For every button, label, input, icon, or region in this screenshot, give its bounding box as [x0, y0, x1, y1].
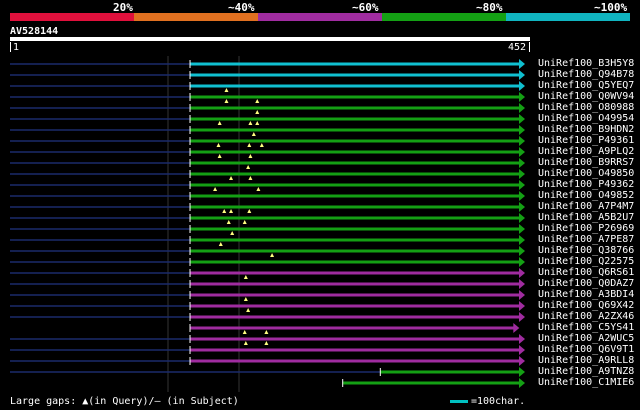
- hit-arrow: [519, 235, 525, 245]
- hit-label[interactable]: UniRef100_Q5YEQ7: [538, 80, 634, 91]
- hit-arrow: [519, 345, 525, 355]
- query-gap-marker: [247, 209, 252, 213]
- query-gap-marker: [264, 330, 269, 334]
- gaps-legend: Large gaps: ▲(in Query)/— (in Subject): [10, 396, 239, 407]
- query-gap-marker: [229, 209, 234, 213]
- hit-label[interactable]: UniRef100_B3H5Y8: [538, 58, 634, 69]
- query-gap-marker: [243, 275, 248, 279]
- query-gap-marker: [243, 297, 248, 301]
- hit-arrow: [519, 114, 525, 124]
- hit-arrow: [519, 334, 525, 344]
- hit-label[interactable]: UniRef100_C5YS41: [538, 322, 634, 333]
- query-gap-marker: [213, 187, 218, 191]
- hit-arrow: [519, 103, 525, 113]
- hit-arrow: [519, 356, 525, 366]
- hit-arrow: [519, 224, 525, 234]
- hit-arrow: [519, 125, 525, 135]
- hit-label[interactable]: UniRef100_O49850: [538, 168, 634, 179]
- hit-label[interactable]: UniRef100_B9RRS7: [538, 157, 634, 168]
- hit-label[interactable]: UniRef100_Q38766: [538, 245, 634, 256]
- query-gap-marker: [246, 165, 251, 169]
- hit-arrow: [519, 169, 525, 179]
- query-gap-marker: [270, 253, 275, 257]
- query-gap-marker: [251, 132, 256, 136]
- query-gap-marker: [226, 220, 231, 224]
- query-gap-marker: [217, 121, 222, 125]
- hit-arrow: [519, 367, 525, 377]
- hit-arrow: [519, 268, 525, 278]
- query-gap-marker: [259, 143, 264, 147]
- hit-arrow: [519, 202, 525, 212]
- query-gap-marker: [255, 121, 260, 125]
- query-gap-marker: [248, 121, 253, 125]
- hit-arrow: [519, 257, 525, 267]
- hit-label[interactable]: UniRef100_O80988: [538, 102, 634, 113]
- hit-label[interactable]: UniRef100_A2WUC5: [538, 333, 634, 344]
- hit-label[interactable]: UniRef100_A9RLL8: [538, 355, 634, 366]
- query-gap-marker: [242, 220, 247, 224]
- hit-arrow: [519, 59, 525, 69]
- hit-arrow: [519, 158, 525, 168]
- hit-arrow: [519, 301, 525, 311]
- hit-label[interactable]: UniRef100_A2ZX46: [538, 311, 634, 322]
- hit-arrow: [519, 81, 525, 91]
- hit-label[interactable]: UniRef100_A9TNZ8: [538, 366, 634, 377]
- query-gap-marker: [216, 143, 221, 147]
- query-gap-marker: [217, 154, 222, 158]
- hit-arrow: [519, 290, 525, 300]
- hit-label[interactable]: UniRef100_A7PE87: [538, 234, 634, 245]
- hit-label[interactable]: UniRef100_P49361: [538, 135, 634, 146]
- hit-arrow: [519, 92, 525, 102]
- hit-label[interactable]: UniRef100_Q0DAZ7: [538, 278, 634, 289]
- scale-label: =100char.: [471, 396, 526, 407]
- scale-legend: =100char.: [450, 396, 525, 407]
- query-gap-marker: [230, 231, 235, 235]
- hit-label[interactable]: UniRef100_O49954: [538, 113, 634, 124]
- hit-arrow: [519, 70, 525, 80]
- query-gap-marker: [264, 341, 269, 345]
- query-gap-marker: [242, 330, 247, 334]
- hit-label[interactable]: UniRef100_C1MIE6: [538, 377, 634, 388]
- query-gap-marker: [224, 88, 229, 92]
- query-gap-marker: [255, 99, 260, 103]
- hit-label[interactable]: UniRef100_O49852: [538, 190, 634, 201]
- hit-label[interactable]: UniRef100_A3BDI4: [538, 289, 634, 300]
- hit-arrow: [519, 279, 525, 289]
- hit-arrow: [519, 213, 525, 223]
- hit-arrow: [519, 180, 525, 190]
- query-gap-marker: [248, 154, 253, 158]
- hit-label[interactable]: UniRef100_A5B2U7: [538, 212, 634, 223]
- hit-label[interactable]: UniRef100_Q6V9T1: [538, 344, 634, 355]
- query-gap-marker: [255, 110, 260, 114]
- query-gap-marker: [246, 308, 251, 312]
- hit-label[interactable]: UniRef100_P26969: [538, 223, 634, 234]
- scale-bar: [450, 399, 468, 403]
- hit-arrow: [519, 191, 525, 201]
- query-gap-marker: [248, 176, 253, 180]
- hit-label[interactable]: UniRef100_Q94B78: [538, 69, 634, 80]
- hit-label[interactable]: UniRef100_Q22575: [538, 256, 634, 267]
- hit-label[interactable]: UniRef100_Q6RS61: [538, 267, 634, 278]
- hit-arrow: [519, 147, 525, 157]
- query-gap-marker: [222, 209, 227, 213]
- hit-label[interactable]: UniRef100_A7P4M7: [538, 201, 634, 212]
- hit-label[interactable]: UniRef100_B9HDN2: [538, 124, 634, 135]
- hit-arrow: [519, 378, 525, 388]
- query-gap-marker: [224, 99, 229, 103]
- hit-label[interactable]: UniRef100_Q0WV94: [538, 91, 634, 102]
- hit-label[interactable]: UniRef100_Q69X42: [538, 300, 634, 311]
- hit-arrow: [519, 136, 525, 146]
- query-gap-marker: [247, 143, 252, 147]
- query-gap-marker: [256, 187, 261, 191]
- hit-arrow: [519, 246, 525, 256]
- query-gap-marker: [218, 242, 223, 246]
- hit-arrow: [519, 312, 525, 322]
- query-gap-marker: [243, 341, 248, 345]
- hit-label[interactable]: UniRef100_P49362: [538, 179, 634, 190]
- hit-label[interactable]: UniRef100_A9PLQ2: [538, 146, 634, 157]
- hit-arrow: [513, 323, 520, 333]
- query-gap-marker: [229, 176, 234, 180]
